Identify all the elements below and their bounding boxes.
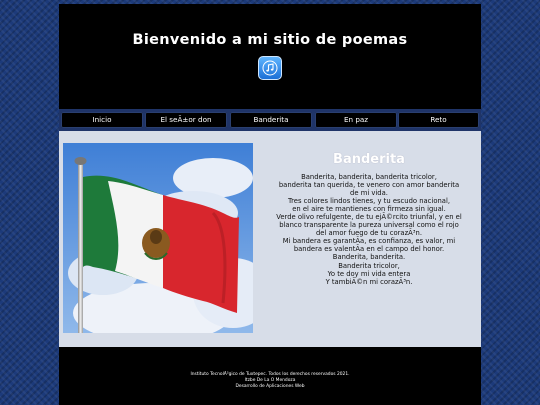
poem-line: Banderita tricolor, (338, 261, 400, 270)
nav-item-en-paz[interactable]: En paz (315, 112, 397, 128)
page-container: Bienvenido a mi sitio de poemas Inicio E… (59, 4, 481, 405)
nav-item-banderita[interactable]: Banderita (230, 112, 312, 128)
poem-line: Yo te doy mi vida entera (327, 269, 411, 278)
poem-line: Banderita, banderita. (332, 253, 406, 262)
poem-line: Banderita, banderita, banderita tricolor… (301, 173, 437, 181)
footer-course: Desarrollo de Aplicaciones Web (235, 384, 305, 389)
poem-section: Banderita Banderita, banderita, banderit… (259, 152, 479, 286)
nav-item-inicio[interactable]: Inicio (61, 112, 143, 128)
site-footer: Instituto TecnolÃ³gico de Tuxtepec. Todo… (59, 347, 481, 405)
nav-item-el-senor-don-tecolote[interactable]: El seÃ±or don tecolote (145, 112, 227, 140)
poem-line: de mi vida. (350, 189, 388, 198)
poem-line: Verde olivo refulgente, de tu ejÃ©rcito … (276, 213, 462, 222)
main-content: Banderita Banderita, banderita, banderit… (59, 131, 481, 347)
nav-item-reto[interactable]: Reto (398, 112, 479, 128)
poem-line: Y tambiÃ©n mi corazÃ³n. (325, 277, 413, 286)
music-note-icon (258, 56, 282, 80)
poem-line: Tres colores lindos tienes, y tu escudo … (288, 197, 450, 206)
main-navigation: Inicio El seÃ±or don tecolote Banderita … (59, 109, 481, 140)
footer-author: Itzbe De La O Mendoza (244, 378, 296, 383)
poem-title: Banderita (333, 152, 405, 167)
poem-line: bandera es valentÃa en el campo del hono… (293, 245, 445, 254)
poem-line: banderita tan querida, te venero con amo… (278, 181, 460, 190)
site-title: Bienvenido a mi sitio de poemas (132, 32, 408, 48)
mexican-flag-photo (63, 143, 253, 333)
footer-copyright: Instituto TecnolÃ³gico de Tuxtepec. Todo… (190, 372, 350, 377)
site-header: Bienvenido a mi sitio de poemas (59, 4, 481, 109)
